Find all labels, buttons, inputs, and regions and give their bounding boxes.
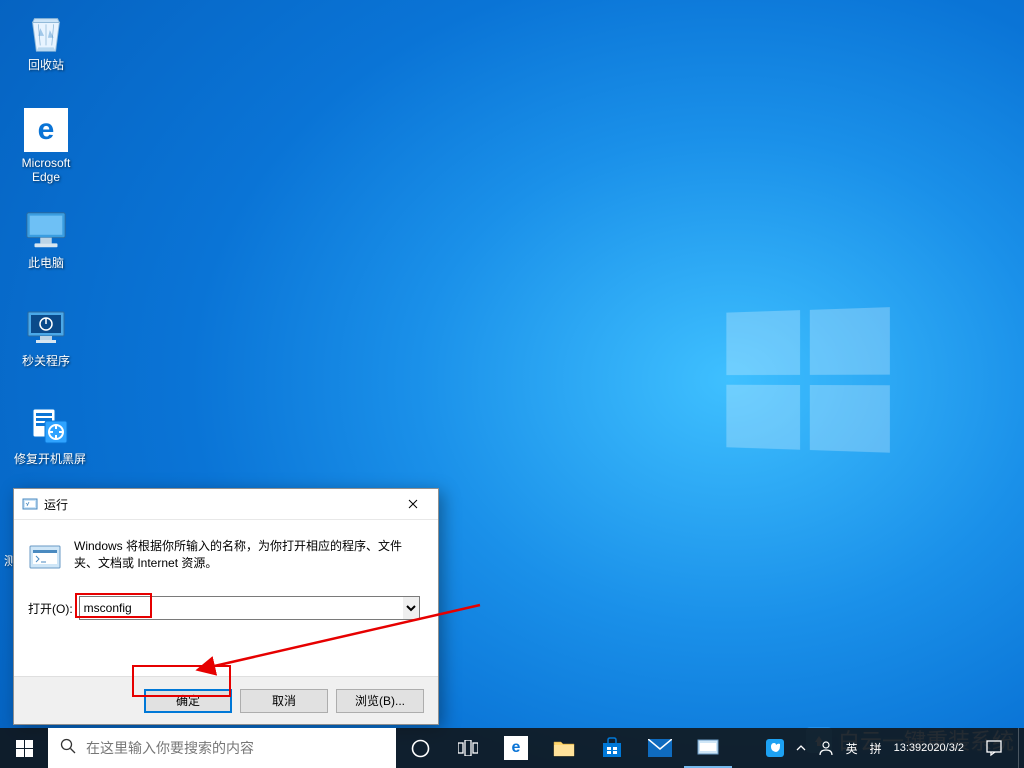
run-dialog-icon (28, 540, 62, 574)
taskbar-app-run[interactable] (684, 728, 732, 768)
run-taskbar-icon (697, 738, 719, 756)
wallpaper-windows-logo (726, 307, 890, 453)
tray-time: 13:39 (894, 742, 922, 755)
task-view-icon (458, 740, 478, 756)
taskbar-app-store[interactable] (588, 728, 636, 768)
taskbar-app-mail[interactable] (636, 728, 684, 768)
dialog-titlebar[interactable]: 运行 (14, 489, 438, 520)
desktop-icon-edge[interactable]: e Microsoft Edge (8, 106, 84, 184)
taskbar-app-explorer[interactable] (540, 728, 588, 768)
tray-ime-mode[interactable]: 拼 (864, 728, 888, 768)
repair-icon (26, 402, 74, 450)
cancel-button[interactable]: 取消 (240, 689, 328, 713)
desktop-icon-label: 秒关程序 (8, 354, 84, 368)
cortana-button[interactable] (396, 728, 444, 768)
close-icon (408, 499, 418, 509)
search-placeholder: 在这里输入你要搜索的内容 (86, 738, 254, 758)
desktop-icon-label: 回收站 (8, 58, 84, 72)
desktop-icon-recycle-bin[interactable]: 回收站 (8, 8, 84, 72)
tray-tweetdeck[interactable] (760, 728, 790, 768)
desktop-icon-label: 此电脑 (8, 256, 84, 270)
tray-date: 2020/3/2 (921, 742, 964, 755)
run-app-icon (22, 496, 38, 512)
close-button[interactable] (390, 489, 436, 519)
tray-ime-lang[interactable]: 英 (840, 728, 864, 768)
open-input[interactable] (80, 597, 403, 619)
browse-button[interactable]: 浏览(B)... (336, 689, 424, 713)
desktop-icon-repair[interactable]: 修复开机黑屏 (8, 402, 92, 466)
desktop-icon-label: Microsoft Edge (8, 156, 84, 184)
dialog-title: 运行 (44, 496, 390, 513)
desktop-icon-shutdown[interactable]: 秒关程序 (8, 304, 84, 368)
taskbar: 在这里输入你要搜索的内容 e (0, 728, 1024, 768)
people-icon (818, 740, 834, 756)
desktop-icon-this-pc[interactable]: 此电脑 (8, 206, 84, 270)
shutdown-monitor-icon (22, 304, 70, 352)
monitor-icon (22, 206, 70, 254)
chevron-up-icon (796, 743, 806, 753)
tray-overflow[interactable] (790, 728, 812, 768)
open-label: 打开(O): (28, 600, 73, 617)
task-view-button[interactable] (444, 728, 492, 768)
edge-icon: e (504, 736, 528, 760)
notification-icon (985, 739, 1003, 757)
show-desktop-button[interactable] (1018, 728, 1024, 768)
folder-icon (553, 739, 575, 757)
tray-clock[interactable]: 13:39 2020/3/2 (888, 728, 970, 768)
taskbar-app-edge[interactable]: e (492, 728, 540, 768)
ok-button[interactable]: 确定 (144, 689, 232, 713)
recycle-bin-icon (22, 8, 70, 56)
bird-icon (766, 739, 784, 757)
tray-people[interactable] (812, 728, 840, 768)
action-center-button[interactable] (970, 728, 1018, 768)
desktop-icon-label: 修复开机黑屏 (8, 452, 92, 466)
run-dialog: 运行 Windows 将根据你所输入的名称，为你打开相应的程序、文件夹、文档或 … (13, 488, 439, 725)
search-icon (60, 738, 76, 759)
start-button[interactable] (0, 728, 48, 768)
mail-icon (648, 739, 672, 757)
store-icon (601, 737, 623, 759)
cortana-icon (411, 739, 430, 758)
system-tray: 英 拼 13:39 2020/3/2 (760, 728, 1024, 768)
taskbar-search[interactable]: 在这里输入你要搜索的内容 (48, 728, 396, 768)
windows-logo-icon (16, 740, 33, 757)
dialog-description: Windows 将根据你所输入的名称，为你打开相应的程序、文件夹、文档或 Int… (74, 538, 420, 574)
edge-icon: e (22, 106, 70, 154)
